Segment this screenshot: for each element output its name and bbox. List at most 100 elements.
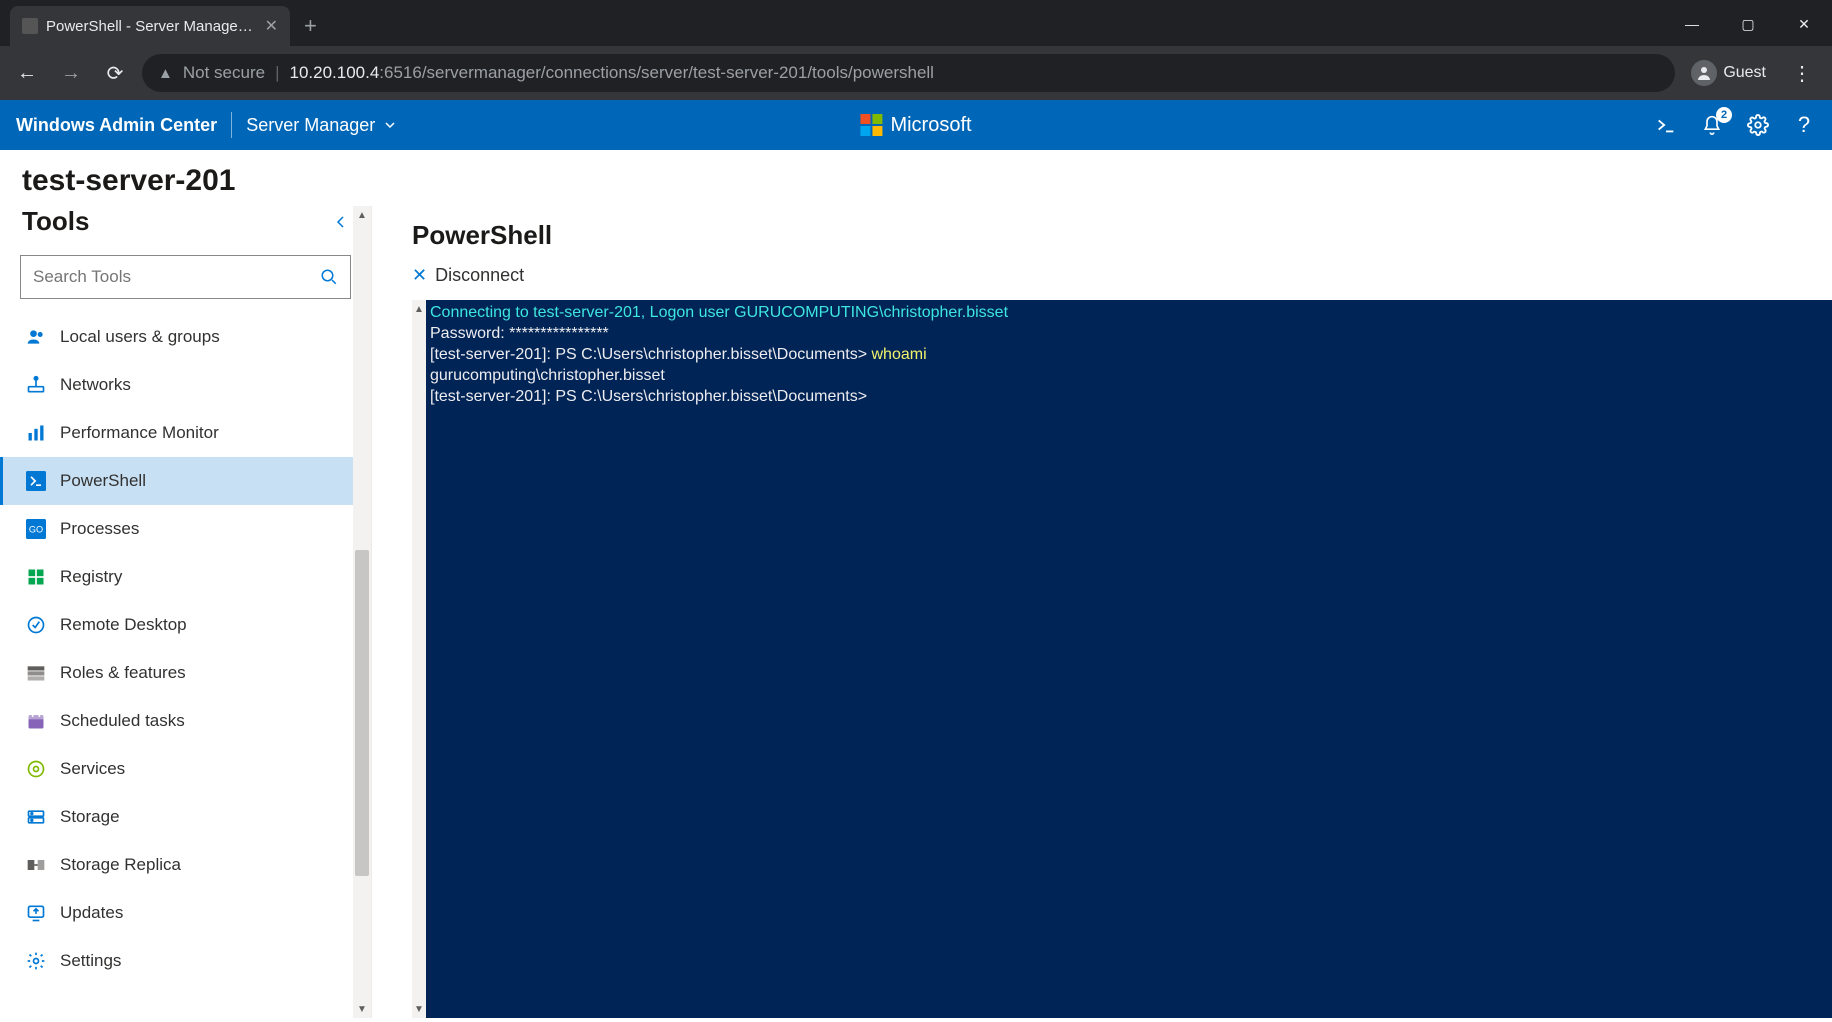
sidebar-item-label: Scheduled tasks <box>60 711 185 731</box>
window-controls: ― ▢ ✕ <box>1664 6 1832 46</box>
search-tools-field[interactable] <box>20 255 351 299</box>
new-tab-button[interactable]: + <box>290 6 331 46</box>
roles-icon <box>26 663 46 683</box>
wac-brand[interactable]: Windows Admin Center <box>16 115 217 136</box>
tools-header: Tools <box>0 206 371 247</box>
proc-icon: GO <box>26 519 46 539</box>
scroll-down-icon[interactable]: ▼ <box>353 1000 371 1018</box>
sidebar-item-performance-monitor[interactable]: Performance Monitor <box>0 409 371 457</box>
tool-list: Local users & groupsNetworks Performance … <box>0 307 371 1018</box>
window-close-button[interactable]: ✕ <box>1776 6 1832 42</box>
server-name-heading: test-server-201 <box>0 150 1832 206</box>
profile-button[interactable]: Guest <box>1685 60 1772 86</box>
sidebar-item-roles-features[interactable]: Roles & features <box>0 649 371 697</box>
tab-close-icon[interactable]: ✕ <box>265 16 278 36</box>
users-icon <box>26 327 46 347</box>
microsoft-logo-icon <box>860 114 882 136</box>
sidebar-item-storage[interactable]: Storage <box>0 793 371 841</box>
url-host: 10.20.100.4 <box>289 63 379 82</box>
terminal-line: Password: **************** <box>430 325 609 342</box>
sidebar-item-storage-replica[interactable]: Storage Replica <box>0 841 371 889</box>
context-dropdown[interactable]: Server Manager <box>246 115 397 136</box>
toolbar: ✕ Disconnect <box>412 265 1832 300</box>
sidebar-item-label: Settings <box>60 951 121 971</box>
terminal-container: ▲ ▼ Connecting to test-server-201, Logon… <box>412 300 1832 1018</box>
browser-menu-button[interactable]: ⋮ <box>1782 61 1822 86</box>
scroll-up-icon[interactable]: ▲ <box>353 206 371 224</box>
microsoft-branding: Microsoft <box>860 114 971 137</box>
terminal-line: [test-server-201]: PS C:\Users\christoph… <box>430 388 867 405</box>
not-secure-label: Not secure <box>183 63 265 83</box>
updates-icon <box>26 903 46 923</box>
sidebar-item-label: Updates <box>60 903 123 923</box>
sidebar-item-local-users-groups[interactable]: Local users & groups <box>0 313 371 361</box>
nav-back-button[interactable]: ← <box>10 56 44 90</box>
notifications-button[interactable]: 2 <box>1700 113 1724 137</box>
sidebar-scrollbar[interactable]: ▲ ▼ <box>353 206 371 1018</box>
search-input[interactable] <box>33 267 320 287</box>
scroll-up-icon[interactable]: ▲ <box>412 300 426 318</box>
sidebar-item-updates[interactable]: Updates <box>0 889 371 937</box>
disconnect-button[interactable]: ✕ Disconnect <box>412 265 524 286</box>
rdp-icon <box>26 615 46 635</box>
powershell-terminal[interactable]: Connecting to test-server-201, Logon use… <box>426 300 1832 1018</box>
sidebar-item-label: Storage <box>60 807 120 827</box>
help-button[interactable]: ? <box>1792 113 1816 137</box>
svc-icon <box>26 759 46 779</box>
address-bar[interactable]: ▲ Not secure | 10.20.100.4:6516/serverma… <box>142 54 1675 92</box>
chevron-down-icon <box>383 118 397 132</box>
url-path: :6516/servermanager/connections/server/t… <box>379 63 934 82</box>
browser-chrome: PowerShell - Server Manager - W ✕ + ― ▢ … <box>0 0 1832 100</box>
sidebar-item-powershell[interactable]: PowerShell <box>0 457 371 505</box>
sidebar-item-label: Registry <box>60 567 122 587</box>
address-bar-row: ← → ⟳ ▲ Not secure | 10.20.100.4:6516/se… <box>0 46 1832 100</box>
scroll-thumb[interactable] <box>355 550 369 876</box>
sidebar-item-networks[interactable]: Networks <box>0 361 371 409</box>
content-title: PowerShell <box>412 206 1832 265</box>
nav-reload-button[interactable]: ⟳ <box>98 56 132 90</box>
tools-sidebar: Tools Local users & groupsNetworks Perfor… <box>0 206 372 1018</box>
sidebar-item-label: PowerShell <box>60 471 146 491</box>
replica-icon <box>26 855 46 875</box>
wac-actions: 2 ? <box>1654 113 1816 137</box>
sidebar-item-settings[interactable]: Settings <box>0 937 371 985</box>
window-minimize-button[interactable]: ― <box>1664 6 1720 42</box>
content-pane: PowerShell ✕ Disconnect ▲ ▼ Connecting t… <box>372 206 1832 1018</box>
nav-forward-button[interactable]: → <box>54 56 88 90</box>
settings-button[interactable] <box>1746 113 1770 137</box>
window-maximize-button[interactable]: ▢ <box>1720 6 1776 42</box>
terminal-scrollbar-left[interactable]: ▲ ▼ <box>412 300 426 1018</box>
browser-tab[interactable]: PowerShell - Server Manager - W ✕ <box>10 6 290 46</box>
collapse-sidebar-button[interactable] <box>333 214 349 230</box>
search-icon <box>320 268 338 286</box>
sidebar-item-label: Services <box>60 759 125 779</box>
terminal-line: gurucomputing\christopher.bisset <box>430 367 665 384</box>
notification-badge: 2 <box>1716 107 1732 123</box>
tab-strip: PowerShell - Server Manager - W ✕ + ― ▢ … <box>0 0 1832 46</box>
disconnect-label: Disconnect <box>435 265 524 286</box>
ps-icon <box>26 471 46 491</box>
scroll-track[interactable] <box>412 318 426 1000</box>
sidebar-item-processes[interactable]: GO Processes <box>0 505 371 553</box>
powershell-shortcut-icon[interactable] <box>1654 113 1678 137</box>
main-layout: Tools Local users & groupsNetworks Perfor… <box>0 206 1832 1018</box>
tab-favicon-icon <box>22 18 38 34</box>
separator: | <box>275 63 279 83</box>
sidebar-item-scheduled-tasks[interactable]: Scheduled tasks <box>0 697 371 745</box>
avatar-icon <box>1691 60 1717 86</box>
gear-icon <box>26 951 46 971</box>
tools-heading: Tools <box>22 206 89 237</box>
svg-text:GO: GO <box>29 524 43 534</box>
sidebar-item-label: Processes <box>60 519 139 539</box>
sidebar-item-label: Remote Desktop <box>60 615 187 635</box>
sched-icon <box>26 711 46 731</box>
sidebar-item-remote-desktop[interactable]: Remote Desktop <box>0 601 371 649</box>
scroll-down-icon[interactable]: ▼ <box>412 1000 426 1018</box>
sidebar-item-services[interactable]: Services <box>0 745 371 793</box>
not-secure-icon: ▲ <box>158 65 173 82</box>
scroll-track[interactable] <box>353 224 371 1000</box>
sidebar-item-label: Performance Monitor <box>60 423 219 443</box>
storage-icon <box>26 807 46 827</box>
chart-icon <box>26 423 46 443</box>
sidebar-item-registry[interactable]: Registry <box>0 553 371 601</box>
